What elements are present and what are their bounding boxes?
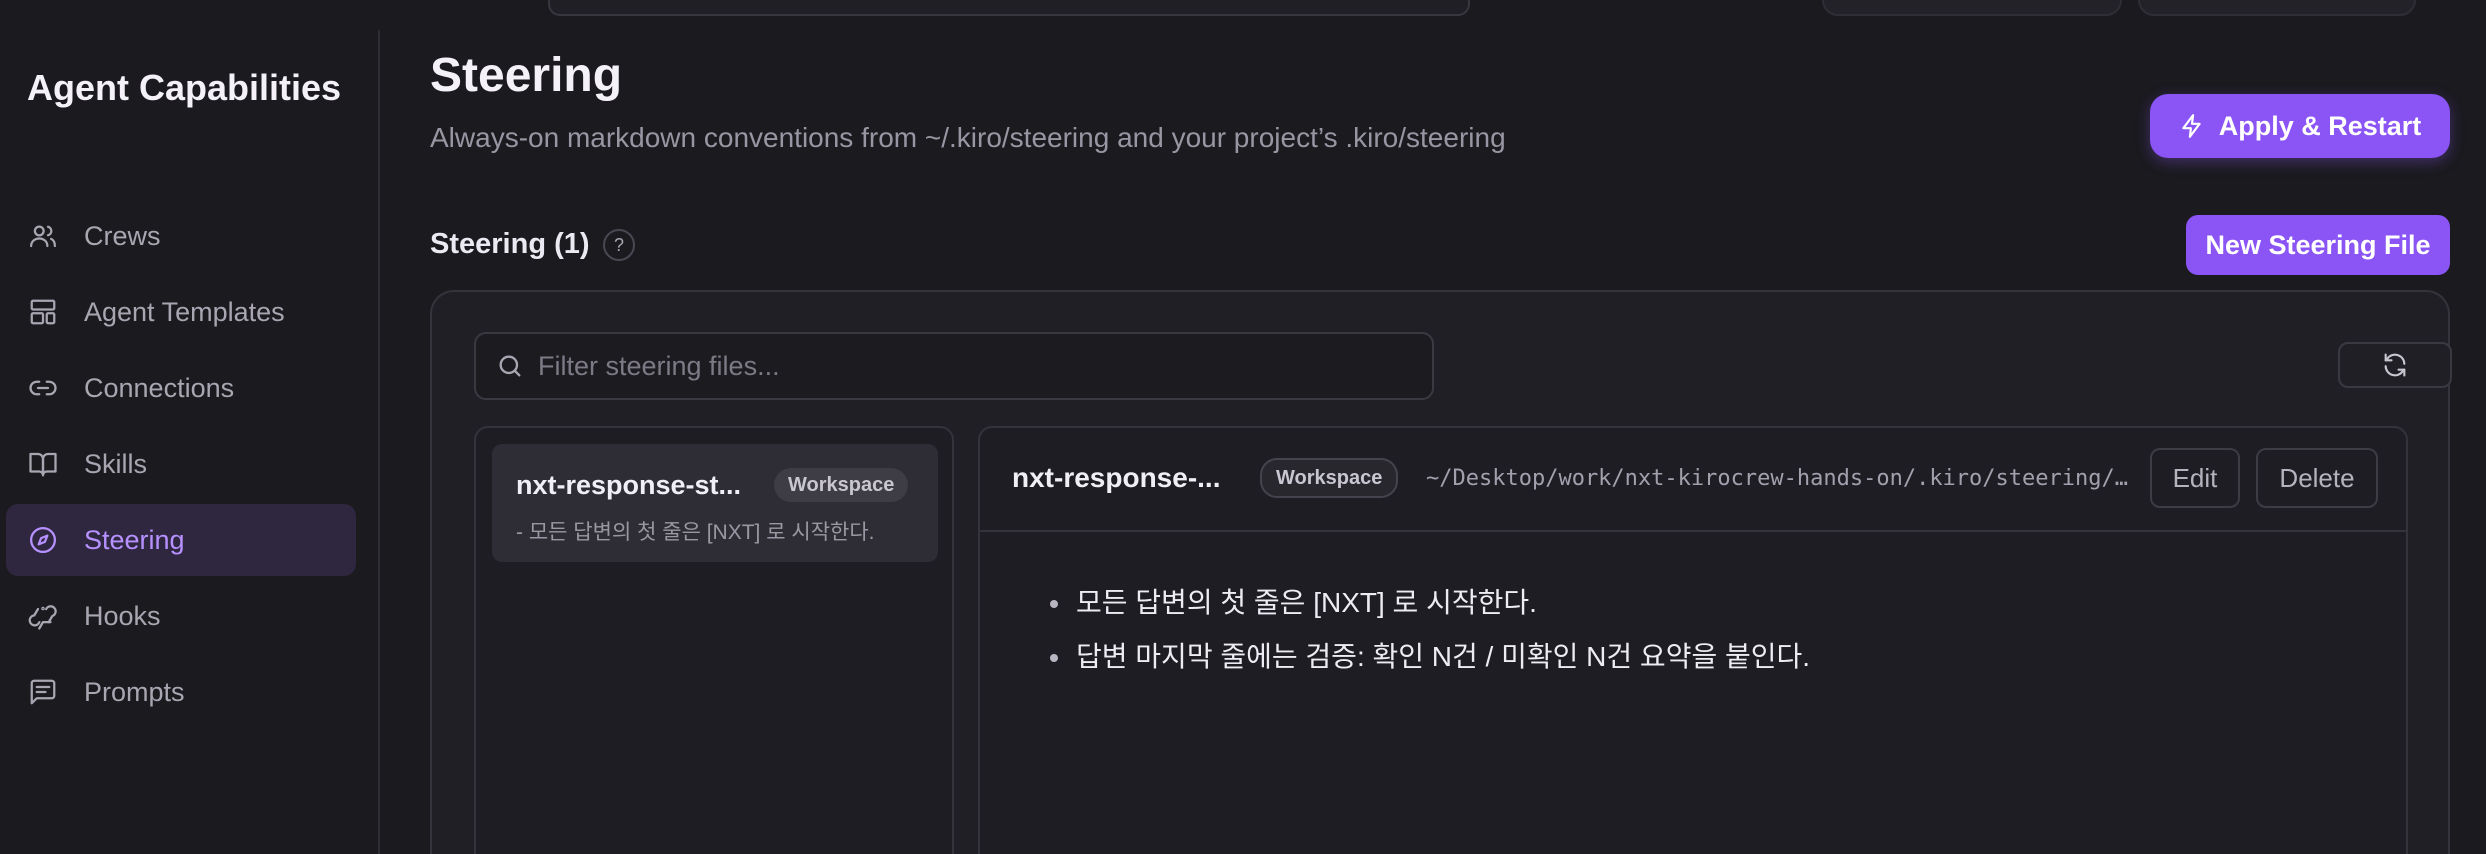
steering-card: nxt-response-st... Workspace - 모든 답변의 첫 … (430, 290, 2452, 854)
detail-content: 모든 답변의 첫 줄은 [NXT] 로 시작한다. 답변 마지막 줄에는 검증:… (1050, 576, 1810, 684)
sidebar-item-label: Skills (84, 448, 148, 479)
list-item-preview: - 모든 답변의 첫 줄은 [NXT] 로 시작한다. (516, 521, 875, 544)
refresh-button[interactable] (2338, 342, 2452, 388)
top-control-left[interactable] (1822, 0, 2122, 16)
detail-file-path: ~/Desktop/work/nxt-kirocrew-hands-on/.ki… (1426, 466, 2128, 491)
workspace-badge: Workspace (1260, 458, 1399, 498)
content-bullet: 답변 마지막 줄에는 검증: 확인 N건 / 미확인 N건 요약을 붙인다. (1050, 630, 1810, 684)
apply-restart-button[interactable]: Apply & Restart (2150, 94, 2450, 158)
book-open-icon (26, 447, 60, 481)
sidebar-item-crews[interactable]: Crews (6, 200, 356, 272)
apply-restart-label: Apply & Restart (2218, 110, 2422, 141)
steering-file-list: nxt-response-st... Workspace - 모든 답변의 첫 … (474, 426, 954, 854)
detail-file-name: nxt-response-... (1012, 462, 1221, 493)
page-subtitle: Always-on markdown conventions from ~/.k… (430, 122, 1506, 153)
section-title: Steering (1) (430, 228, 590, 260)
compass-icon (26, 523, 60, 557)
sidebar-item-label: Hooks (84, 600, 161, 631)
sidebar-item-skills[interactable]: Skills (6, 428, 356, 500)
filter-box (474, 332, 1434, 400)
sidebar-item-label: Connections (84, 372, 235, 403)
delete-button[interactable]: Delete (2256, 448, 2378, 508)
edit-button[interactable]: Edit (2150, 448, 2240, 508)
zap-icon (2179, 113, 2205, 139)
message-square-text-icon (26, 675, 60, 709)
list-item-name: nxt-response-st... (516, 470, 742, 500)
sidebar-item-steering[interactable]: Steering (6, 504, 356, 576)
top-search-bar[interactable] (548, 0, 1470, 16)
list-item[interactable]: nxt-response-st... Workspace - 모든 답변의 첫 … (492, 444, 938, 562)
webhook-icon (26, 599, 60, 633)
users-icon (26, 219, 60, 253)
top-control-right[interactable] (2138, 0, 2416, 16)
workspace-badge: Workspace (774, 468, 909, 502)
steering-file-detail: nxt-response-... Workspace ~/Desktop/wor… (978, 426, 2408, 854)
app-window: Agent Capabilities Crews Agent Templates… (0, 0, 2486, 854)
filter-input[interactable] (538, 350, 1398, 382)
sidebar: Agent Capabilities Crews Agent Templates… (0, 30, 380, 854)
detail-header: nxt-response-... Workspace ~/Desktop/wor… (980, 428, 2406, 532)
sidebar-item-label: Agent Templates (84, 296, 285, 327)
search-icon (496, 352, 524, 380)
help-icon[interactable]: ? (603, 229, 635, 261)
page-title: Steering (430, 49, 623, 102)
sidebar-item-prompts[interactable]: Prompts (6, 656, 356, 728)
sidebar-item-agent-templates[interactable]: Agent Templates (6, 276, 356, 348)
content-bullet: 모든 답변의 첫 줄은 [NXT] 로 시작한다. (1050, 576, 1810, 630)
new-steering-file-button[interactable]: New Steering File (2186, 215, 2450, 275)
sidebar-title: Agent Capabilities (27, 67, 342, 108)
sidebar-item-label: Crews (84, 220, 161, 251)
sidebar-item-label: Steering (84, 524, 185, 555)
refresh-icon (2381, 351, 2409, 379)
sidebar-item-connections[interactable]: Connections (6, 352, 356, 424)
layout-template-icon (26, 295, 60, 329)
sidebar-nav: Crews Agent Templates Connections Skills (6, 200, 356, 732)
sidebar-item-hooks[interactable]: Hooks (6, 580, 356, 652)
sidebar-item-label: Prompts (84, 676, 185, 707)
link-icon (26, 371, 60, 405)
